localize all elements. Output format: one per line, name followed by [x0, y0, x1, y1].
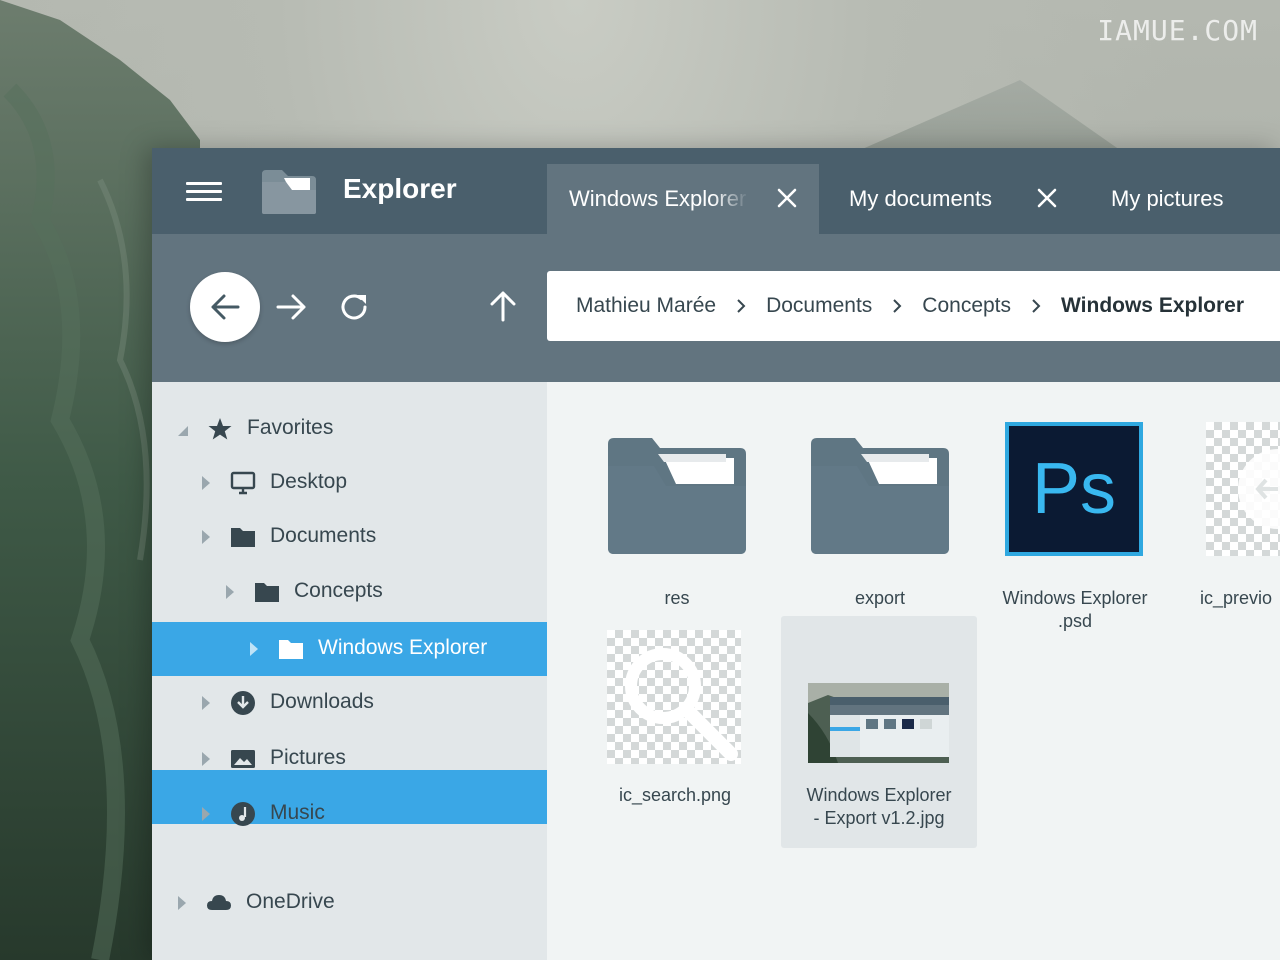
file-item-export[interactable]: export [782, 422, 978, 612]
png-thumbnail [1206, 422, 1280, 556]
sidebar-item-label: Favorites [247, 416, 334, 439]
file-name-line1: Windows Explorer [806, 785, 952, 805]
file-name-line2: .psd [1057, 611, 1093, 631]
file-item-res[interactable]: res [579, 422, 775, 612]
file-item-ic-search[interactable]: ic_search.png [577, 616, 773, 846]
magnifier-icon [625, 648, 738, 761]
breadcrumb-item[interactable]: Documents [766, 294, 872, 318]
breadcrumb-item[interactable]: Mathieu Marée [576, 294, 716, 318]
breadcrumb-item[interactable]: Concepts [922, 294, 1011, 318]
collapsed-triangle-icon[interactable] [176, 895, 188, 911]
navigation-toolbar: Mathieu Marée Documents Concepts Windows… [152, 234, 1280, 382]
star-icon [208, 418, 232, 440]
chevron-right-icon [872, 294, 922, 318]
collapsed-triangle-icon[interactable] [200, 475, 212, 491]
collapsed-triangle-icon[interactable] [200, 529, 212, 545]
file-item-psd[interactable]: Ps Windows Explorer .psd [977, 422, 1173, 631]
tab-label: My documents [849, 186, 993, 211]
chevron-right-icon [716, 294, 766, 318]
app-title: Explorer [343, 173, 457, 204]
collapsed-triangle-icon[interactable] [248, 641, 260, 657]
title-bar: Explorer Windows Explorer My documents M… [152, 148, 1280, 234]
download-icon [231, 691, 255, 715]
file-name: res [664, 588, 690, 608]
file-name-line2: - Export v1.2.jpg [813, 808, 945, 828]
file-item-ic-previous[interactable]: ic_previo [1180, 422, 1280, 612]
jpg-thumbnail [808, 683, 949, 763]
sidebar-item-music[interactable]: Music [152, 787, 547, 841]
sidebar-item-windows-explorer-selected[interactable]: Windows Explorer [152, 622, 547, 676]
app-folder-icon [262, 170, 316, 214]
sidebar-item-label: Concepts [294, 579, 383, 602]
forward-arrow-icon[interactable] [274, 289, 310, 325]
collapsed-triangle-icon[interactable] [200, 751, 212, 767]
sidebar-item-desktop[interactable]: Desktop [152, 456, 547, 510]
image-icon [231, 750, 255, 768]
collapsed-triangle-icon[interactable] [200, 806, 212, 822]
watermark-text: IAMUE.COM [1097, 14, 1258, 47]
tab-my-pictures[interactable]: My pictures [1089, 164, 1280, 234]
sidebar-item-label: Pictures [270, 746, 346, 769]
sidebar-item-label: Documents [270, 524, 377, 547]
sidebar-item-label: Desktop [270, 470, 348, 493]
tab-windows-explorer[interactable]: Windows Explorer [547, 164, 819, 234]
refresh-icon[interactable] [336, 289, 372, 325]
chevron-right-icon [1011, 294, 1061, 318]
file-name: ic_previo [1200, 588, 1273, 608]
file-name-line1: Windows Explorer [1002, 588, 1148, 608]
close-icon[interactable] [1035, 186, 1059, 210]
hamburger-menu-icon[interactable] [186, 182, 222, 202]
png-thumbnail [607, 630, 741, 764]
folder-icon [608, 438, 746, 554]
sidebar-item-label: Music [270, 801, 325, 824]
folder-icon [231, 528, 255, 547]
music-icon [231, 802, 255, 826]
folder-icon [255, 583, 279, 602]
cloud-icon [207, 895, 231, 910]
sidebar-item-concepts[interactable]: Concepts [152, 565, 547, 619]
folder-icon [279, 640, 303, 659]
sidebar-item-label: Windows Explorer [318, 636, 488, 659]
photoshop-icon-text: Ps [1031, 448, 1117, 529]
sidebar-item-favorites[interactable]: Favorites [152, 402, 547, 456]
sidebar-item-documents[interactable]: Documents [152, 510, 547, 564]
folder-icon [811, 438, 949, 554]
sidebar-item-pictures[interactable]: Pictures [152, 732, 547, 786]
collapsed-triangle-icon[interactable] [200, 695, 212, 711]
expanded-triangle-icon[interactable] [176, 424, 190, 438]
circle-arrow-icon [1238, 449, 1280, 529]
tab-label: Windows Explorer [569, 186, 747, 211]
file-name: ic_search.png [618, 785, 732, 805]
file-item-export-jpg[interactable]: Windows Explorer - Export v1.2.jpg [781, 616, 977, 848]
sidebar-item-downloads[interactable]: Downloads [152, 676, 547, 730]
address-bar[interactable]: Mathieu Marée Documents Concepts Windows… [547, 271, 1280, 341]
monitor-icon [230, 471, 256, 495]
close-icon[interactable] [775, 186, 799, 210]
sidebar-item-label: OneDrive [246, 890, 335, 913]
file-name: export [854, 588, 906, 608]
back-button[interactable] [190, 272, 260, 342]
tab-my-documents[interactable]: My documents [827, 164, 1082, 234]
arrow-left-icon [211, 294, 240, 320]
sidebar-item-onedrive[interactable]: OneDrive [152, 876, 547, 930]
collapsed-triangle-icon[interactable] [224, 584, 236, 600]
sidebar-item-label: Downloads [270, 690, 374, 713]
photoshop-icon: Ps [1005, 422, 1143, 556]
tab-label: My pictures [1111, 186, 1224, 211]
up-arrow-icon[interactable] [485, 288, 521, 324]
breadcrumb-current[interactable]: Windows Explorer [1061, 294, 1244, 318]
